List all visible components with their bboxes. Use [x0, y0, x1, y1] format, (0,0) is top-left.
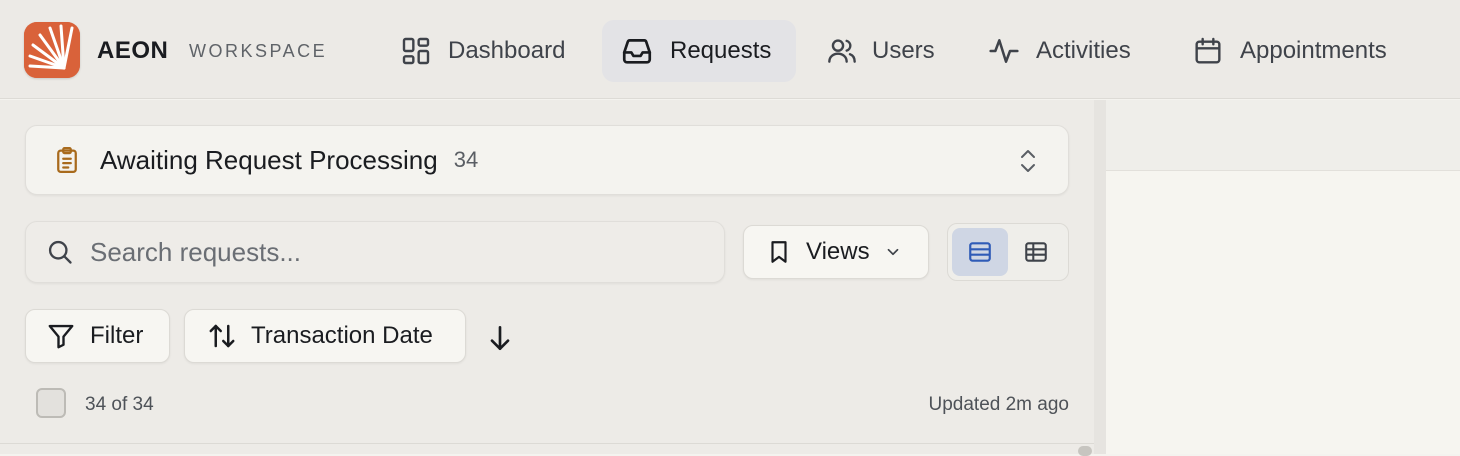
search-placeholder: Search requests...	[90, 236, 301, 267]
nav-tab-label: Dashboard	[448, 37, 566, 64]
bookmark-icon	[771, 241, 787, 263]
detail-panel-header	[1106, 100, 1460, 171]
table-view-button[interactable]	[1008, 228, 1064, 276]
chevrons-up-down-icon	[1021, 150, 1035, 172]
chevron-down-icon	[887, 248, 898, 256]
views-dropdown-button[interactable]: Views	[743, 225, 929, 279]
inbox-tray-icon	[622, 39, 652, 64]
nav-tab-users[interactable]: Users	[812, 20, 962, 82]
select-all-checkbox[interactable]	[36, 388, 66, 418]
calendar-icon	[1195, 37, 1221, 64]
nav-tab-label: Requests	[670, 37, 772, 64]
nav-tab-label: Activities	[1036, 37, 1131, 64]
funnel-icon	[48, 324, 74, 349]
nav-tab-dashboard[interactable]: Dashboard	[386, 20, 590, 82]
nav-tab-activities[interactable]: Activities	[974, 20, 1164, 82]
list-divider	[0, 443, 1094, 444]
sunburst-logo-icon[interactable]	[24, 22, 80, 78]
sort-field-button[interactable]: Transaction Date	[184, 309, 466, 363]
filter-button[interactable]: Filter	[25, 309, 170, 363]
detail-panel	[1106, 171, 1460, 454]
arrow-down-icon	[490, 326, 510, 350]
panel-resize-divider[interactable]	[1094, 100, 1106, 454]
nav-tab-label: Users	[872, 37, 935, 64]
activity-pulse-icon	[989, 39, 1019, 63]
list-layout-icon	[969, 242, 991, 262]
nav-tab-label: Appointments	[1240, 37, 1387, 64]
scrollbar-thumb[interactable]	[1078, 446, 1092, 456]
queue-count-badge: 34	[453, 147, 479, 172]
nav-tab-appointments[interactable]: Appointments	[1180, 20, 1420, 82]
brand-name: AEON	[97, 37, 169, 64]
search-icon	[48, 240, 72, 264]
users-icon	[828, 39, 856, 63]
list-view-button[interactable]	[952, 228, 1008, 276]
table-layout-icon	[1025, 242, 1047, 262]
dashboard-grid-icon	[402, 37, 430, 65]
last-updated-text: Updated 2m ago	[928, 394, 1070, 415]
layout-toggle	[947, 223, 1069, 281]
sort-label: Transaction Date	[251, 322, 433, 349]
result-count: 34 of 34	[85, 394, 154, 415]
queue-selector[interactable]: Awaiting Request Processing 34	[25, 125, 1069, 195]
queue-title: Awaiting Request Processing	[100, 144, 438, 175]
brand-subtitle: WORKSPACE	[189, 41, 328, 61]
nav-tab-requests[interactable]: Requests	[602, 20, 796, 82]
search-input[interactable]: Search requests...	[25, 221, 725, 283]
views-label: Views	[806, 238, 870, 265]
top-navigation-bar: AEON WORKSPACE Dashboard Requests Users …	[0, 0, 1460, 99]
filter-label: Filter	[90, 322, 144, 349]
sort-arrows-icon	[209, 324, 235, 348]
clipboard-icon	[57, 147, 77, 173]
sort-direction-button[interactable]	[484, 322, 516, 354]
